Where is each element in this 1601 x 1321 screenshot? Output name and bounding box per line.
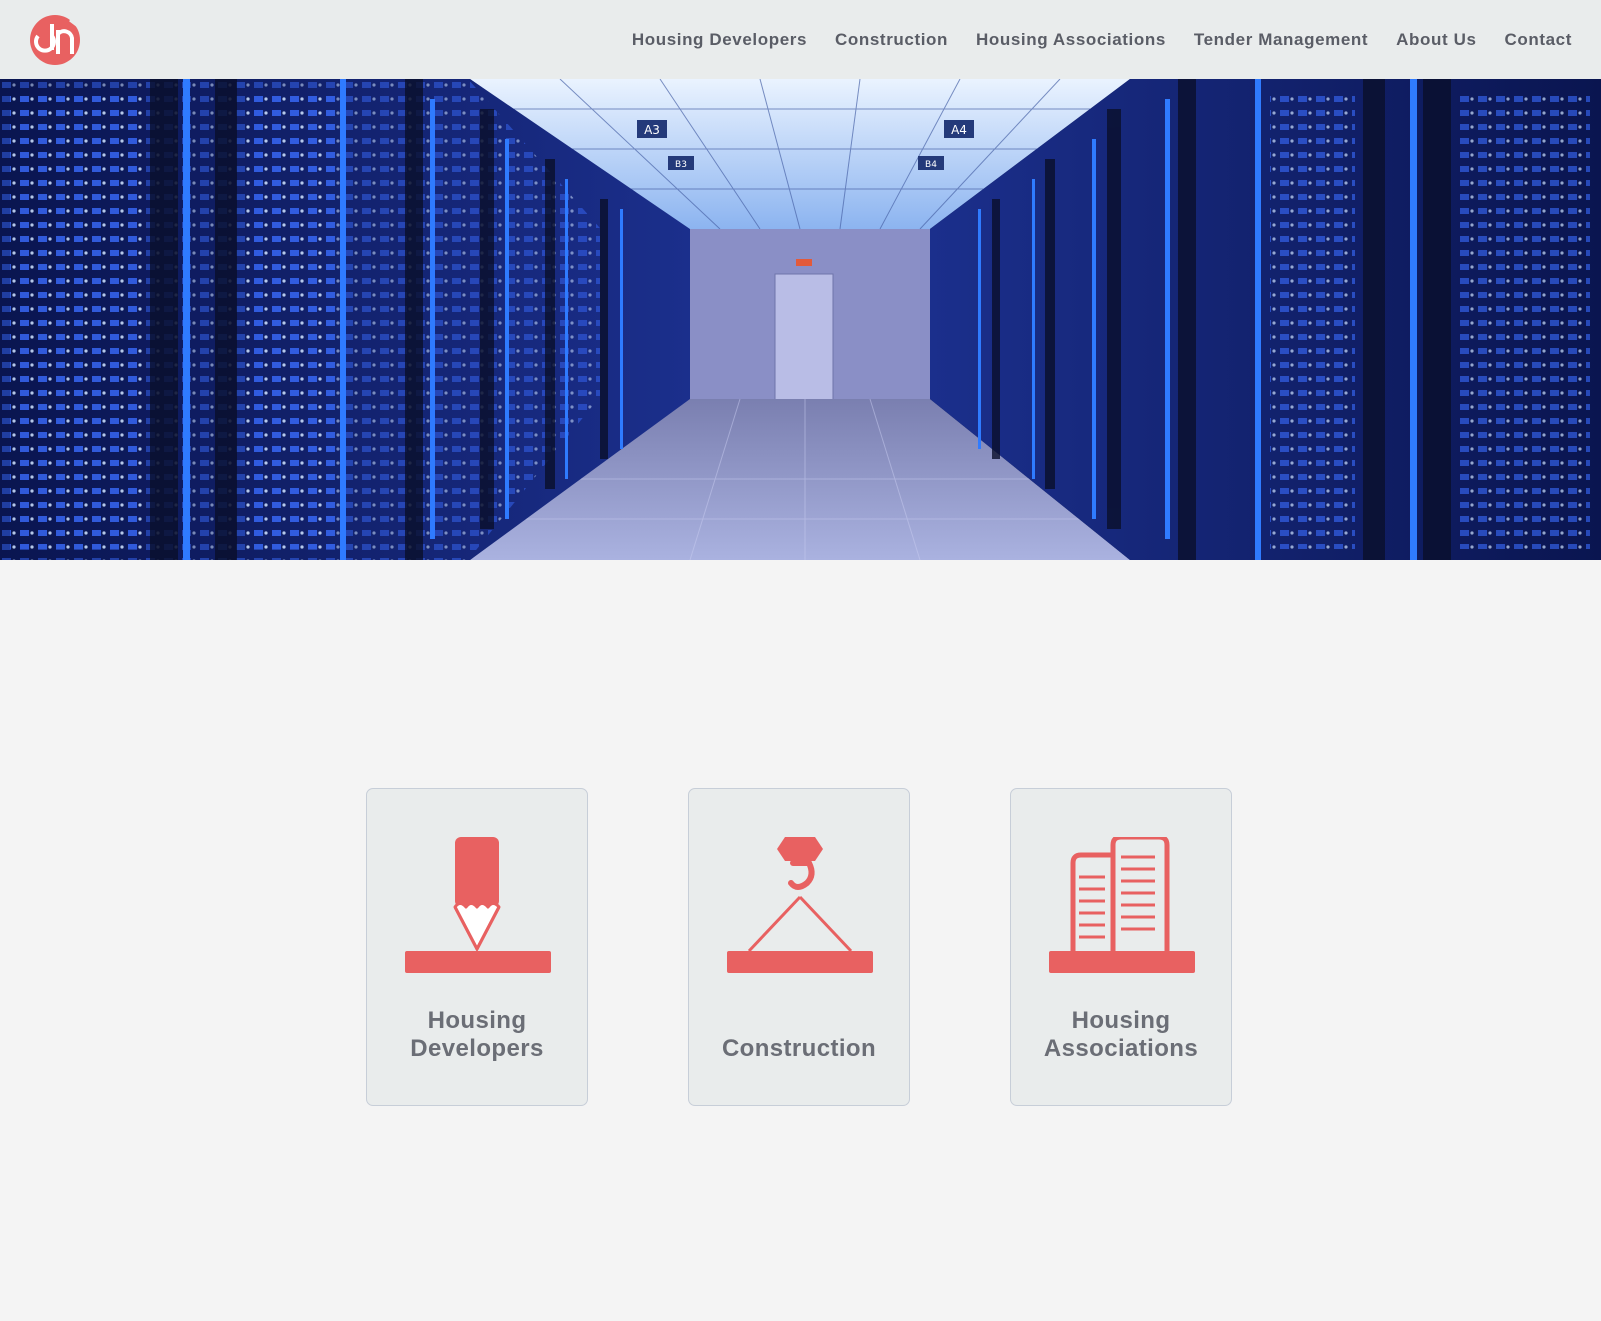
service-cards: Housing Developers Construction Housing …: [0, 788, 1601, 1110]
svg-text:B4: B4: [925, 160, 937, 170]
company-logo[interactable]: [28, 12, 84, 66]
rack-sign-b4: B4: [918, 156, 944, 170]
rack-sign-a4: A4: [944, 120, 974, 138]
hero-banner: A3 A4 B3 B4: [0, 79, 1601, 560]
card-construction[interactable]: Construction: [688, 788, 910, 1106]
card-label: Construction: [721, 1035, 877, 1062]
pencil-drafting-icon: [405, 837, 551, 973]
crane-hook-icon: [727, 837, 873, 973]
nav-construction[interactable]: Construction: [835, 30, 948, 50]
nav-housing-associations[interactable]: Housing Associations: [976, 30, 1166, 50]
nav-about-us[interactable]: About Us: [1396, 30, 1476, 50]
nav-tender-management[interactable]: Tender Management: [1194, 30, 1368, 50]
card-housing-associations[interactable]: Housing Associations: [1010, 788, 1232, 1106]
card-label: Housing Developers: [410, 1007, 544, 1062]
card-label: Housing Associations: [1043, 1007, 1199, 1062]
logo-icon: [30, 15, 80, 65]
card-housing-developers[interactable]: Housing Developers: [366, 788, 588, 1106]
main-nav: Housing Developers Construction Housing …: [632, 0, 1572, 79]
svg-text:A4: A4: [951, 123, 967, 137]
top-navigation-bar: Housing Developers Construction Housing …: [0, 0, 1601, 79]
svg-text:B3: B3: [675, 160, 687, 170]
nav-housing-developers[interactable]: Housing Developers: [632, 30, 807, 50]
data-center-image: A3 A4 B3 B4: [0, 79, 1601, 560]
rack-sign-b3: B3: [668, 156, 694, 170]
nav-contact[interactable]: Contact: [1505, 30, 1572, 50]
svg-text:A3: A3: [644, 123, 660, 137]
buildings-icon: [1049, 837, 1195, 973]
rack-sign-a3: A3: [637, 120, 667, 138]
